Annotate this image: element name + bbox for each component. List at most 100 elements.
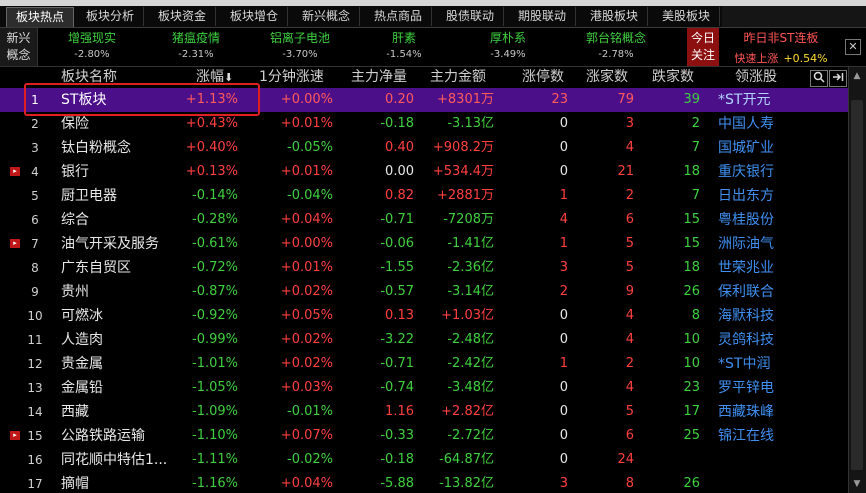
change-pct: -1.10% bbox=[192, 428, 238, 443]
col-header-main-amount[interactable]: 主力金额 bbox=[430, 67, 486, 88]
ticker-item[interactable]: 郭台铭概念 -2.78% bbox=[564, 30, 668, 62]
table-row[interactable]: 14 西藏 -1.09% -0.01% 1.16 +2.82亿 0 5 17 西藏珠峰 bbox=[0, 400, 848, 424]
scrollbar-thumb[interactable] bbox=[851, 100, 863, 470]
table-row[interactable]: ▸ 7 油气开采及服务 -0.61% +0.00% -0.06 -1.41亿 1 5 15 洲际油气 bbox=[0, 232, 848, 256]
leader-stock[interactable]: 保利联合 bbox=[718, 280, 790, 304]
row-number: 10 bbox=[27, 309, 43, 323]
search-icon[interactable] bbox=[810, 70, 828, 87]
up-count: 5 bbox=[625, 260, 634, 275]
table-row[interactable]: 6 综合 -0.28% +0.04% -0.71 -7208万 4 6 15 粤桂股份 bbox=[0, 208, 848, 232]
expand-panel-icon[interactable] bbox=[829, 70, 847, 87]
tab-hot-commodities[interactable]: 热点商品 bbox=[365, 7, 432, 26]
main-amount: -2.72亿 bbox=[447, 428, 494, 443]
net-inflow: 0.20 bbox=[385, 92, 414, 107]
row-marker-icon[interactable]: ▸ bbox=[10, 239, 20, 248]
ticker-item[interactable]: 增强现实 -2.80% bbox=[44, 30, 140, 62]
row-marker-icon[interactable]: ▸ bbox=[10, 167, 20, 176]
leader-stock[interactable]: 海默科技 bbox=[718, 304, 790, 328]
table-row[interactable]: 9 贵州 -0.87% +0.02% -0.57 -3.14亿 2 9 26 保利联合 bbox=[0, 280, 848, 304]
hot-focus-item[interactable]: 昨日非ST连板 快速上涨 +0.54% bbox=[721, 30, 841, 66]
net-inflow: -0.06 bbox=[380, 236, 414, 251]
leader-stock[interactable]: 锦江在线 bbox=[718, 424, 790, 448]
row-number: 6 bbox=[31, 213, 39, 227]
table-row[interactable]: 10 可燃冰 -0.92% +0.05% 0.13 +1.03亿 0 4 8 海默科技 bbox=[0, 304, 848, 328]
scroll-down-icon[interactable]: ▼ bbox=[851, 478, 863, 490]
today-focus-button[interactable]: 今日 关注 bbox=[687, 28, 719, 66]
change-pct: -0.72% bbox=[192, 260, 238, 275]
down-count: 8 bbox=[691, 308, 700, 323]
tab-sector-analysis[interactable]: 板块分析 bbox=[77, 7, 144, 26]
row-number: 12 bbox=[27, 357, 43, 371]
tab-us-sectors[interactable]: 美股板块 bbox=[653, 7, 720, 26]
leader-stock[interactable]: 中国人寿 bbox=[718, 112, 790, 136]
tab-sector-funds[interactable]: 板块资金 bbox=[149, 7, 216, 26]
tab-bar-filler bbox=[722, 6, 866, 27]
leader-stock[interactable]: 灵鸽科技 bbox=[718, 328, 790, 352]
leader-stock[interactable]: 粤桂股份 bbox=[718, 208, 790, 232]
table-row[interactable]: 12 贵金属 -1.01% +0.02% -0.71 -2.42亿 1 2 10 *ST中润 bbox=[0, 352, 848, 376]
table-row[interactable]: 3 钛白粉概念 +0.40% -0.05% 0.40 +908.2万 0 4 7 国城矿业 bbox=[0, 136, 848, 160]
ticker-item[interactable]: 厚朴系 -3.49% bbox=[460, 30, 556, 62]
table-row[interactable]: 17 摘帽 -1.16% +0.04% -5.88 -13.82亿 3 8 26 bbox=[0, 472, 848, 493]
ticker-item-pct: -3.49% bbox=[490, 49, 526, 60]
table-row[interactable]: ▸ 15 公路铁路运输 -1.10% +0.07% -0.33 -2.72亿 0 6 25 锦江在线 bbox=[0, 424, 848, 448]
change-pct: -1.01% bbox=[192, 356, 238, 371]
up-count: 21 bbox=[617, 164, 634, 179]
close-icon[interactable]: ✕ bbox=[845, 39, 861, 55]
tab-sector-position[interactable]: 板块增仓 bbox=[221, 7, 288, 26]
ticker-item-pct: -2.80% bbox=[74, 49, 110, 60]
table-row[interactable]: 13 金属铅 -1.05% +0.03% -0.74 -3.48亿 0 4 23 罗平锌电 bbox=[0, 376, 848, 400]
ticker-item[interactable]: 肝素 -1.54% bbox=[356, 30, 452, 62]
tab-stock-bond[interactable]: 股债联动 bbox=[437, 7, 504, 26]
leader-stock[interactable] bbox=[718, 448, 790, 472]
row-number: 4 bbox=[31, 165, 39, 179]
speed-1min: +0.04% bbox=[280, 476, 333, 491]
table-row[interactable]: 11 人造肉 -0.99% +0.02% -3.22 -2.48亿 0 4 10 灵鸽科技 bbox=[0, 328, 848, 352]
down-count bbox=[646, 448, 700, 472]
net-inflow: -3.22 bbox=[380, 332, 414, 347]
col-header-down-count[interactable]: 跌家数 bbox=[652, 67, 694, 88]
leader-stock[interactable]: 世荣兆业 bbox=[718, 256, 790, 280]
table-row[interactable]: ▸ 4 银行 +0.13% +0.01% 0.00 +534.4万 0 21 18 重庆银行 bbox=[0, 160, 848, 184]
leader-stock[interactable]: 罗平锌电 bbox=[718, 376, 790, 400]
sector-table: 1 ST板块 +1.13% +0.00% 0.20 +8301万 23 79 39 *ST开元 2 保… bbox=[0, 88, 848, 493]
leader-stock[interactable]: 西藏珠峰 bbox=[718, 400, 790, 424]
tab-hk-sectors[interactable]: 港股板块 bbox=[581, 7, 648, 26]
net-inflow: 0.40 bbox=[385, 140, 414, 155]
change-pct: -0.99% bbox=[192, 332, 238, 347]
leader-stock[interactable]: *ST中润 bbox=[718, 352, 790, 376]
tab-futures-stock[interactable]: 期股联动 bbox=[509, 7, 576, 26]
leader-stock[interactable]: 重庆银行 bbox=[718, 160, 790, 184]
col-header-limit-up[interactable]: 涨停数 bbox=[522, 67, 564, 88]
leader-stock[interactable] bbox=[718, 472, 790, 493]
ticker-item[interactable]: 猪瘟疫情 -2.31% bbox=[148, 30, 244, 62]
ticker-label[interactable]: 新兴 概念 bbox=[0, 28, 38, 66]
up-count: 8 bbox=[625, 476, 634, 491]
speed-1min: +0.03% bbox=[280, 380, 333, 395]
leader-stock[interactable]: 洲际油气 bbox=[718, 232, 790, 256]
limit-up-count: 1 bbox=[559, 236, 568, 251]
table-row[interactable]: 16 同花顺中特估1... -1.11% -0.02% -0.18 -64.87亿 0 24 bbox=[0, 448, 848, 472]
leader-stock[interactable]: 国城矿业 bbox=[718, 136, 790, 160]
leader-stock[interactable]: 日出东方 bbox=[718, 184, 790, 208]
table-row[interactable]: 5 厨卫电器 -0.14% -0.04% 0.82 +2881万 1 2 7 日出东方 bbox=[0, 184, 848, 208]
ticker-item[interactable]: 铝离子电池 -3.70% bbox=[252, 30, 348, 62]
limit-up-count: 0 bbox=[559, 164, 568, 179]
row-number: 5 bbox=[31, 189, 39, 203]
scroll-up-icon[interactable]: ▲ bbox=[851, 70, 863, 82]
col-header-speed[interactable]: 1分钟涨速 bbox=[259, 67, 324, 88]
limit-up-count: 0 bbox=[559, 428, 568, 443]
tab-emerging-concepts[interactable]: 新兴概念 bbox=[293, 7, 360, 26]
row-marker-icon[interactable]: ▸ bbox=[10, 431, 20, 440]
table-row[interactable]: 8 广东自贸区 -0.72% +0.01% -1.55 -2.36亿 3 5 18 世荣兆业 bbox=[0, 256, 848, 280]
down-count: 7 bbox=[691, 140, 700, 155]
main-amount: -2.48亿 bbox=[447, 332, 494, 347]
tab-sector-hot[interactable]: 板块热点 bbox=[6, 7, 74, 27]
limit-up-count: 2 bbox=[559, 284, 568, 299]
col-header-leader[interactable]: 领涨股 bbox=[735, 67, 777, 88]
col-header-net-inflow[interactable]: 主力净量 bbox=[351, 67, 407, 88]
leader-stock[interactable]: *ST开元 bbox=[718, 88, 790, 112]
down-count: 10 bbox=[683, 332, 700, 347]
col-header-up-count[interactable]: 涨家数 bbox=[586, 67, 628, 88]
up-count: 79 bbox=[617, 92, 634, 107]
